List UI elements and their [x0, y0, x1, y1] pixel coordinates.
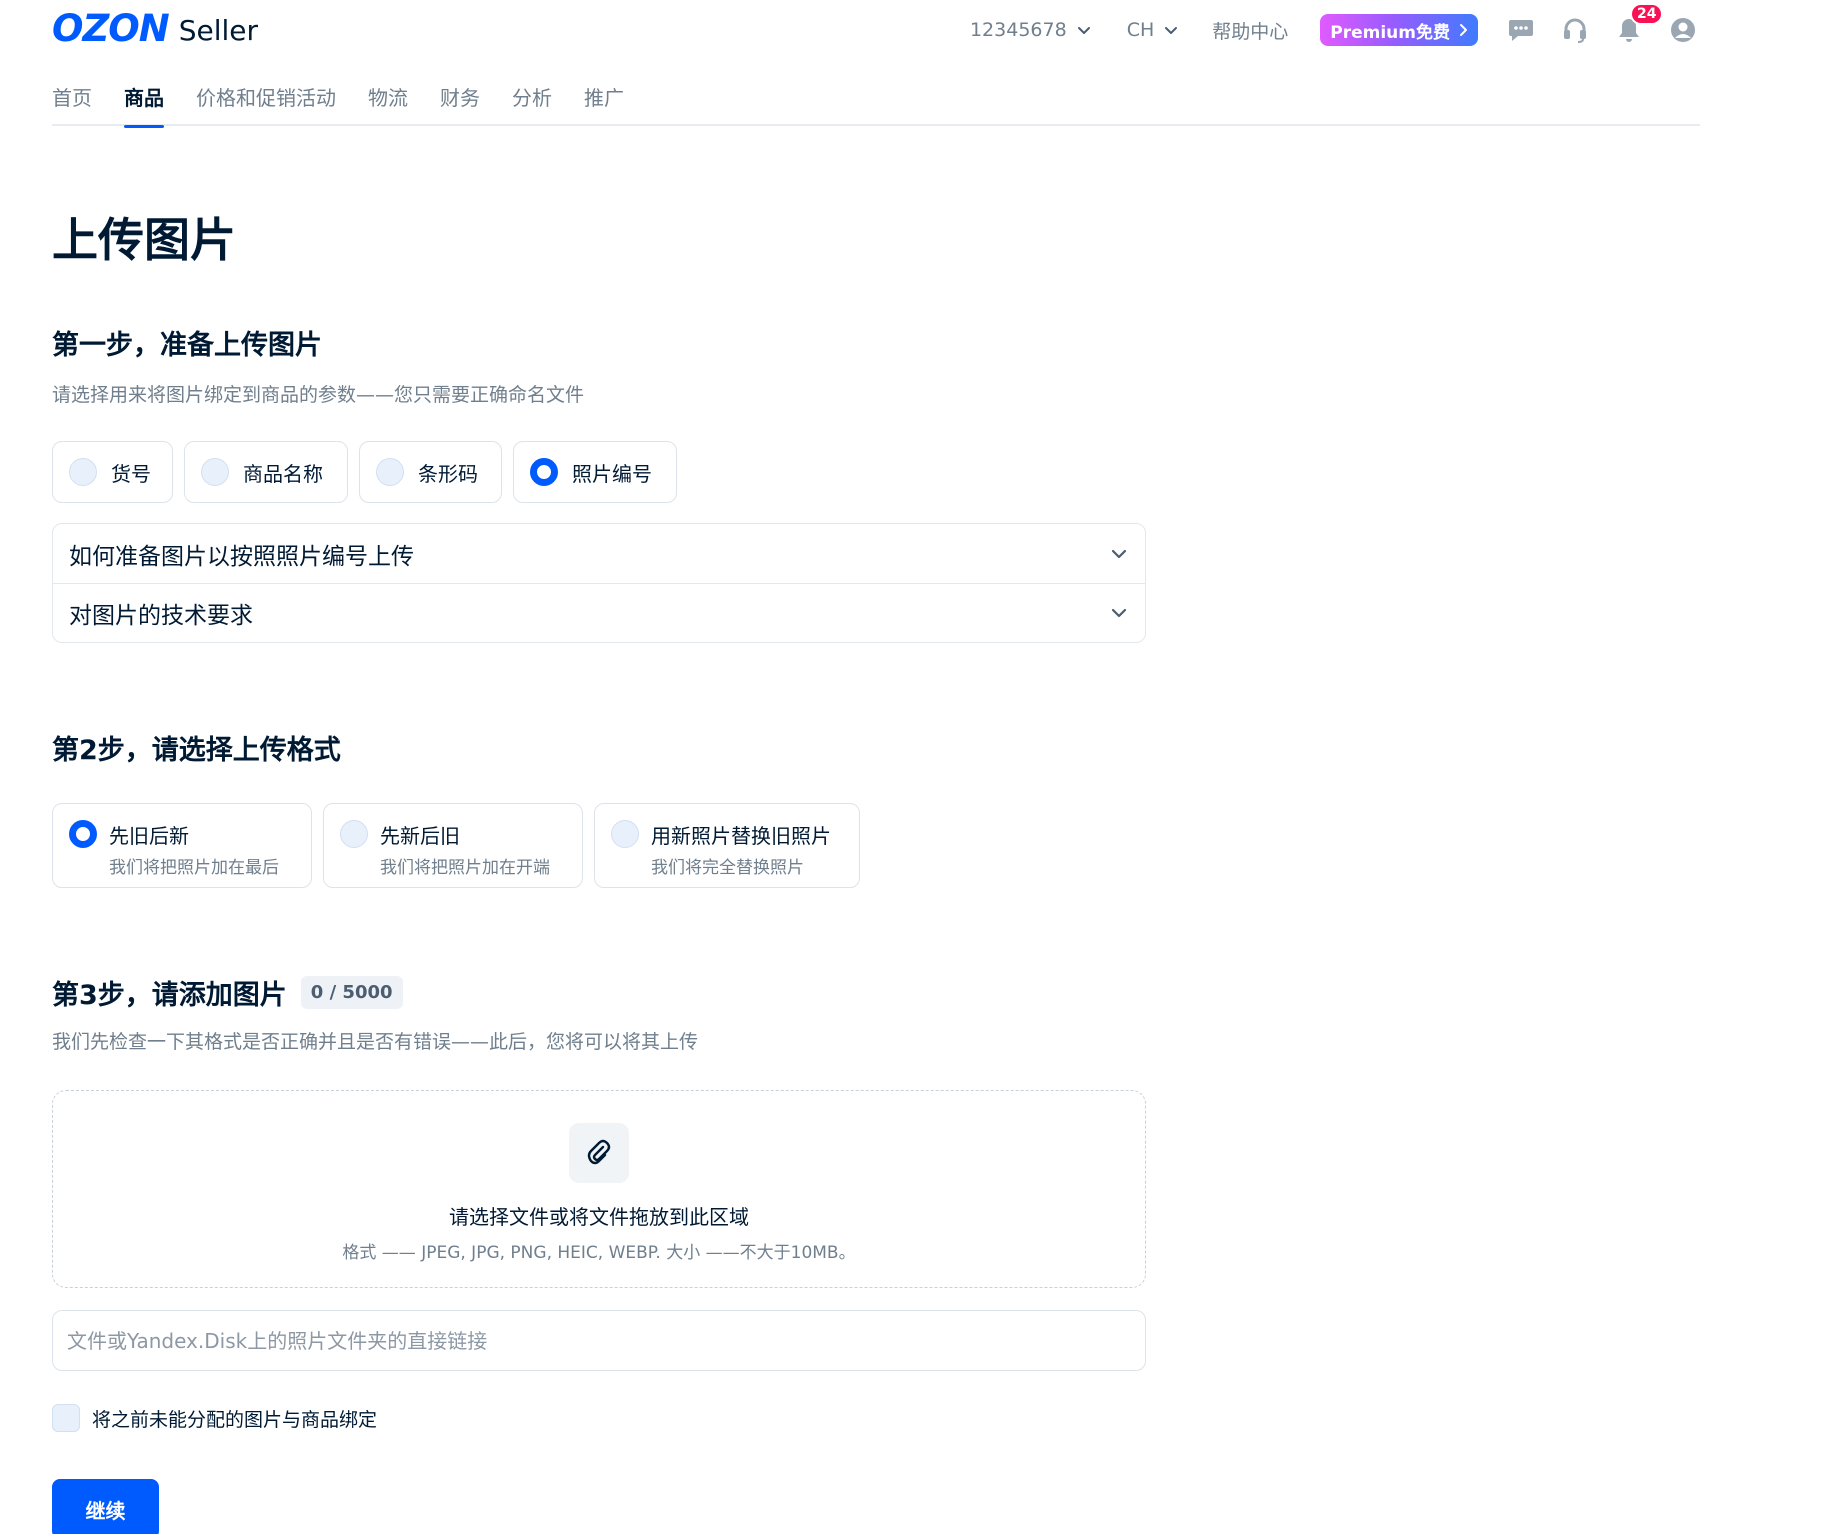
accordion-label: 对图片的技术要求: [69, 603, 253, 629]
step1-title-text: 第一步，准备上传图片: [52, 330, 322, 361]
format-title: 先旧后新: [109, 824, 189, 848]
radio-button[interactable]: [376, 458, 404, 486]
nav-item-products[interactable]: 商品: [124, 74, 164, 128]
account-selector[interactable]: 12345678: [970, 19, 1091, 41]
accordion-tech-requirements[interactable]: 对图片的技术要求: [53, 583, 1145, 642]
option-label: 商品名称: [243, 461, 323, 486]
format-title: 用新照片替换旧照片: [651, 824, 831, 848]
format-title: 先新后旧: [380, 824, 460, 848]
format-text: 先新后旧 我们将把照片加在开端: [380, 820, 550, 878]
chevron-down-icon: [1077, 27, 1090, 34]
help-center-label: 帮助中心: [1212, 20, 1289, 43]
help-center-link[interactable]: 帮助中心: [1212, 17, 1288, 44]
premium-button[interactable]: Premium免费: [1320, 14, 1478, 46]
format-replace[interactable]: 用新照片替换旧照片 我们将完全替换照片: [594, 803, 860, 888]
option-sku[interactable]: 货号: [52, 441, 173, 503]
step3-subtitle: 我们先检查一下其格式是否正确并且是否有错误——此后，您将可以将其上传: [52, 1031, 699, 1053]
step2-title: 第2步，请选择上传格式: [52, 728, 341, 767]
option-label: 条形码: [418, 461, 478, 486]
user-icon: [1671, 18, 1695, 42]
file-dropzone[interactable]: 请选择文件或将文件拖放到此区域 格式 —— JPEG, JPG, PNG, HE…: [52, 1090, 1146, 1288]
format-text: 先旧后新 我们将把照片加在最后: [109, 820, 279, 878]
photo-counter-badge: 0 / 5000: [300, 976, 403, 1009]
dropzone-hint: 格式 —— JPEG, JPG, PNG, HEIC, WEBP. 大小 ——不…: [342, 1243, 856, 1263]
chevron-down-icon: [1165, 27, 1178, 34]
option-photo-number[interactable]: 照片编号: [513, 441, 677, 503]
bind-unassigned-option[interactable]: 将之前未能分配的图片与商品绑定: [52, 1404, 377, 1432]
format-prepend[interactable]: 先新后旧 我们将把照片加在开端: [323, 803, 583, 888]
step3-title-text: 第3步，请添加图片: [52, 980, 287, 1011]
page-title: 上传图片: [52, 213, 236, 267]
step1-subtitle: 请选择用来将图片绑定到商品的参数——您只需要正确命名文件: [52, 384, 585, 406]
upload-format-options: 先旧后新 我们将把照片加在最后 先新后旧 我们将把照片加在开端 用新照片替换旧照…: [52, 803, 860, 888]
nav-item-analytics[interactable]: 分析: [512, 74, 552, 126]
option-label: 货号: [111, 461, 151, 486]
account-id: 12345678: [969, 19, 1067, 41]
headset-icon: [1564, 18, 1586, 43]
option-barcode[interactable]: 条形码: [359, 441, 502, 503]
notifications-badge: 24: [1630, 3, 1664, 25]
language-label: CH: [1126, 19, 1155, 41]
format-desc: 我们将把照片加在开端: [380, 858, 550, 878]
radio-button-selected[interactable]: [530, 458, 558, 486]
option-label: 照片编号: [572, 461, 652, 486]
top-right-controls: 12345678 CH 帮助中心 Premium免费 24: [970, 3, 1700, 48]
format-desc: 我们将完全替换照片: [651, 858, 804, 878]
page-root: OZON Seller 12345678 CH 帮助中心 Premium免费 2…: [0, 0, 1833, 1534]
binding-param-options: 货号 商品名称 条形码 照片编号: [52, 441, 677, 503]
format-append[interactable]: 先旧后新 我们将把照片加在最后: [52, 803, 312, 888]
bind-unassigned-label: 将之前未能分配的图片与商品绑定: [92, 1408, 378, 1431]
chevron-down-icon: [1111, 608, 1127, 618]
attach-button[interactable]: [569, 1123, 629, 1183]
bind-unassigned-checkbox[interactable]: [52, 1404, 80, 1432]
radio-button[interactable]: [201, 458, 229, 486]
profile-button[interactable]: [1666, 13, 1700, 47]
format-desc: 我们将把照片加在最后: [109, 858, 279, 878]
main-nav: 首页 商品 价格和促销活动 物流 财务 分析 推广: [52, 74, 1700, 128]
chat-icon: [1509, 20, 1533, 41]
help-accordion: 如何准备图片以按照照片编号上传 对图片的技术要求: [52, 523, 1146, 643]
language-selector[interactable]: CH: [1127, 19, 1179, 41]
logo-sub: Seller: [178, 13, 258, 47]
step1-title: 第一步，准备上传图片: [52, 323, 322, 362]
dropzone-title: 请选择文件或将文件拖放到此区域: [449, 1205, 749, 1229]
radio-button[interactable]: [340, 820, 368, 848]
nav-item-finance[interactable]: 财务: [440, 74, 480, 126]
step3-title: 第3步，请添加图片 0 / 5000: [52, 973, 403, 1012]
nav-item-home[interactable]: 首页: [52, 74, 92, 126]
nav-item-promotion[interactable]: 推广: [584, 74, 624, 126]
paperclip-icon: [587, 1139, 611, 1165]
nav-item-prices-promotions[interactable]: 价格和促销活动: [196, 74, 336, 126]
accordion-how-to-prepare[interactable]: 如何准备图片以按照照片编号上传: [53, 524, 1145, 583]
logo-mark: OZON: [52, 7, 170, 50]
step2-title-text: 第2步，请选择上传格式: [52, 735, 341, 766]
chat-button[interactable]: [1504, 13, 1538, 47]
top-bar: OZON Seller 12345678 CH 帮助中心 Premium免费 2…: [52, 0, 1700, 60]
accordion-label: 如何准备图片以按照照片编号上传: [69, 543, 414, 570]
notifications-button[interactable]: 24: [1612, 3, 1664, 47]
radio-button[interactable]: [69, 458, 97, 486]
support-button[interactable]: [1558, 13, 1592, 47]
premium-label: Premium免费: [1330, 22, 1450, 43]
ozon-seller-logo[interactable]: OZON Seller: [52, 10, 258, 47]
nav-item-logistics[interactable]: 物流: [368, 74, 408, 126]
chevron-down-icon: [1111, 549, 1127, 558]
radio-button-selected[interactable]: [69, 820, 97, 848]
option-product-name[interactable]: 商品名称: [184, 441, 348, 503]
chevron-right-icon: [1460, 24, 1467, 36]
yandex-disk-link-input[interactable]: [52, 1310, 1146, 1371]
radio-button[interactable]: [611, 820, 639, 848]
continue-button[interactable]: 继续: [52, 1479, 159, 1534]
format-text: 用新照片替换旧照片 我们将完全替换照片: [651, 820, 831, 878]
